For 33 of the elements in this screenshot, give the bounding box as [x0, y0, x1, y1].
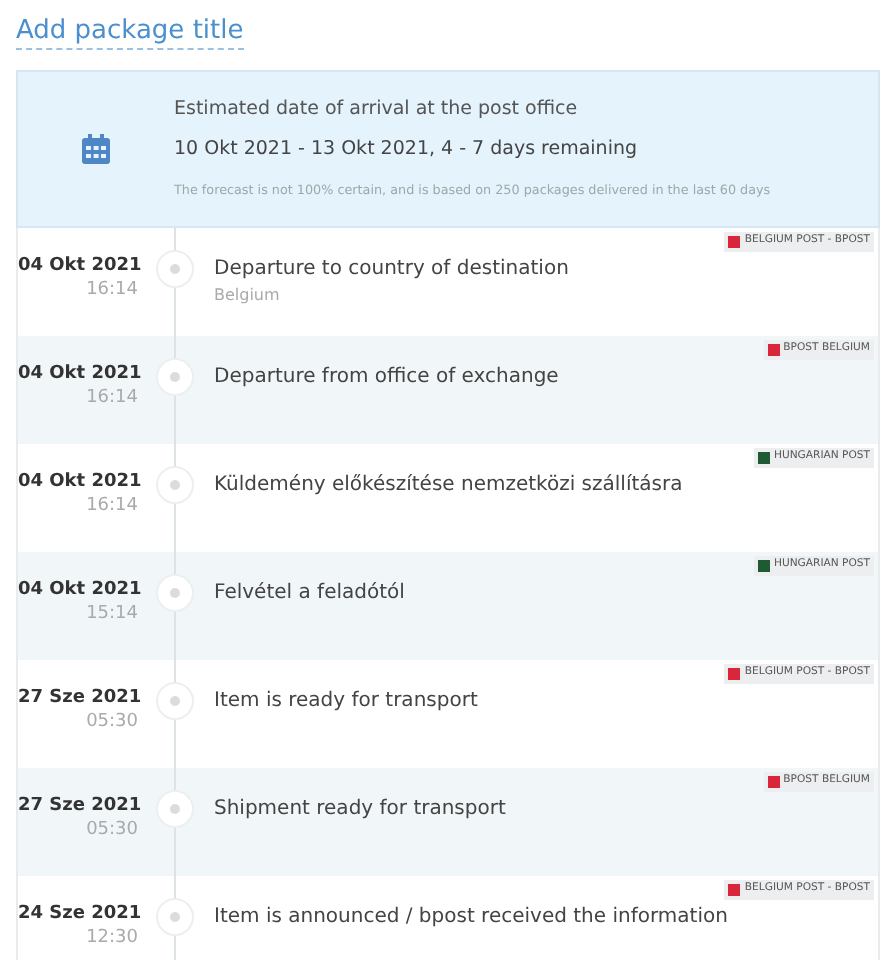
timeline-dot [156, 250, 194, 288]
event-time: 12:30 [84, 927, 138, 951]
timeline-dot [156, 682, 194, 720]
event-location: Belgium [214, 284, 282, 308]
event-time: 15:14 [84, 603, 138, 627]
event-time: 16:14 [84, 387, 138, 411]
event-text: Item is ready for transport [214, 688, 478, 716]
timeline-dot [156, 574, 194, 612]
event-text: Item is announced / bpost received the information [214, 904, 728, 932]
event-time: 05:30 [84, 711, 138, 735]
add-title-link[interactable]: Add package title [16, 16, 244, 50]
event-date: 24 Sze 2021 [18, 904, 138, 928]
event-text: Shipment ready for transport [214, 796, 506, 824]
timeline-dot [156, 466, 194, 504]
event-date: 04 Okt 2021 [18, 472, 138, 496]
event-date: 04 Okt 2021 [18, 364, 138, 388]
timeline-dot [156, 898, 194, 936]
event-time: 16:14 [84, 495, 138, 519]
event-time: 05:30 [84, 819, 138, 843]
calendar-icon [82, 134, 110, 164]
timeline-dot [156, 358, 194, 396]
event-date: 27 Sze 2021 [18, 688, 138, 712]
event-text: Departure from office of exchange [214, 364, 559, 392]
event-time: 16:14 [84, 279, 138, 303]
event-text: Küldemény előkészítése nemzetközi szállításra [214, 472, 683, 500]
estimate-heading: Estimated date of arrival at the post office [174, 96, 580, 125]
event-date: 04 Okt 2021 [18, 580, 138, 604]
timeline-dot [156, 790, 194, 828]
estimate-range: 10 Okt 2021 - 13 Okt 2021, 4 - 7 days remaining [174, 135, 640, 164]
event-text: Felvétel a feladótól [214, 580, 405, 608]
event-date: 04 Okt 2021 [18, 256, 138, 280]
event-date: 27 Sze 2021 [18, 796, 138, 820]
event-text: Departure to country of destination [214, 256, 569, 284]
